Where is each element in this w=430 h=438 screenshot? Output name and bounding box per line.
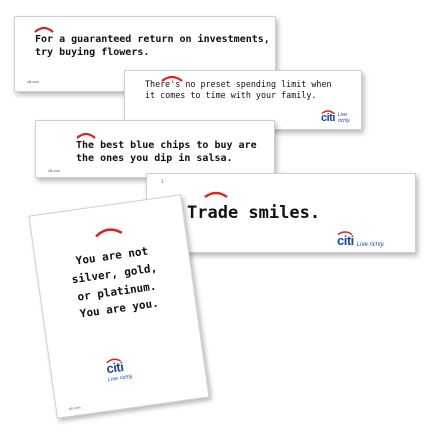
logo-arc-icon xyxy=(321,110,335,114)
tagline: Live richly. xyxy=(337,112,351,124)
card-headline: The best blue chips to buy are the ones … xyxy=(76,139,257,165)
tagline: Live richly. xyxy=(356,242,385,248)
citi-logo: citi Live richly. xyxy=(106,358,134,383)
card-headline: For a guaranteed return on investments, … xyxy=(35,33,270,59)
headline-line: the ones you dip in salsa. xyxy=(76,153,233,164)
card-headline: You are not silver, gold, or platinum. Y… xyxy=(55,240,176,326)
page-number: 1 xyxy=(161,179,164,185)
headline-line: The best blue chips to buy are xyxy=(76,140,257,151)
headline-line: For a guaranteed return on investments, xyxy=(35,34,270,45)
citi-wordmark: citi xyxy=(106,358,124,376)
citi-wordmark: citi xyxy=(337,231,354,248)
card-url: citi.com xyxy=(27,80,39,84)
headline-line: There's no preset spending limit when xyxy=(145,79,332,89)
headline-line: it comes to time with your family. xyxy=(145,89,317,100)
card-url: citi.com xyxy=(48,169,60,173)
red-arc-icon xyxy=(34,26,54,33)
ad-card-blue-chips: The best blue chips to buy are the ones … xyxy=(35,120,275,178)
card-headline: There's no preset spending limit when it… xyxy=(145,79,332,101)
logo-arc-icon xyxy=(337,231,353,235)
ad-card-you-are-you: You are not silver, gold, or platinum. Y… xyxy=(28,194,210,419)
card-url: citi.com xyxy=(68,405,81,411)
citi-wordmark: citi xyxy=(321,110,335,124)
headline-line: Trade smiles. xyxy=(187,203,321,223)
citi-logo: citi Live richly. xyxy=(337,231,385,248)
red-arc-icon xyxy=(95,228,123,238)
citi-logo: citi Live richly. xyxy=(321,110,361,124)
red-arc-icon xyxy=(204,191,228,198)
headline-line: try buying flowers. xyxy=(35,47,150,58)
card-headline: Trade smiles. xyxy=(187,202,320,224)
red-arc-icon xyxy=(76,132,96,139)
